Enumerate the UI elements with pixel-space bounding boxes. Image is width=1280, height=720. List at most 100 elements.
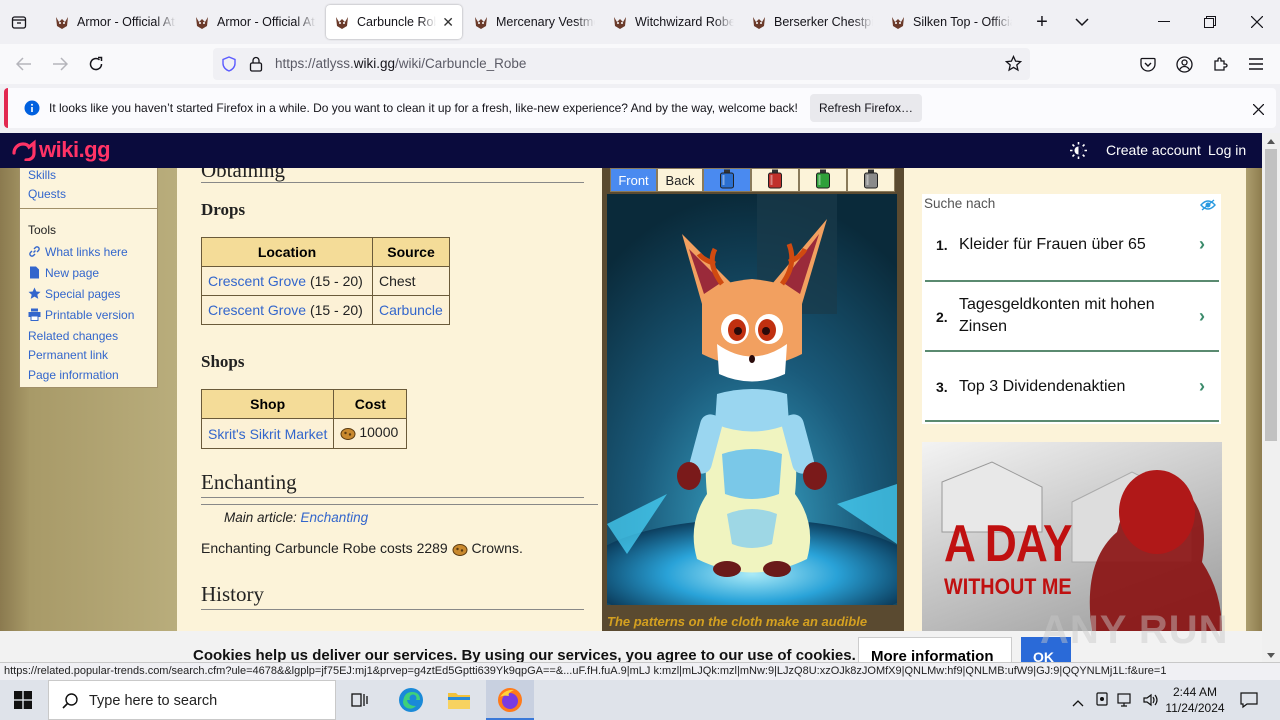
close-notification-icon[interactable] <box>1252 102 1265 120</box>
shop-link[interactable]: Skrit's Sikrit Market <box>208 426 327 442</box>
scroll-up-arrow-icon[interactable] <box>1267 139 1275 144</box>
sidebar-item-quests[interactable]: Quests <box>28 187 66 201</box>
back-arrow-icon[interactable] <box>14 54 34 74</box>
enchanting-link[interactable]: Enchanting <box>301 510 369 525</box>
notifications-icon[interactable] <box>1240 691 1258 714</box>
meet-now-icon[interactable] <box>1095 692 1109 713</box>
edge-browser-icon[interactable] <box>398 687 424 718</box>
color-swatch-green[interactable] <box>799 168 847 192</box>
table-header-row: Shop Cost <box>200 389 408 419</box>
color-swatch-blue[interactable] <box>703 168 751 192</box>
tracking-protection-shield-icon[interactable] <box>221 56 237 77</box>
location-link[interactable]: Crescent Grove <box>208 273 306 289</box>
enchant-text-after: Crowns. <box>471 540 523 556</box>
table-header-row: Location Source <box>201 237 450 267</box>
task-view-icon[interactable] <box>351 691 369 714</box>
ad-banner-image[interactable]: A DAY WITHOUT ME <box>922 442 1222 631</box>
file-explorer-icon[interactable] <box>447 689 471 716</box>
tab-label: Mercenary Vestment - Official Atlyss Wik… <box>496 15 595 29</box>
volume-icon[interactable] <box>1142 692 1158 713</box>
tools-heading: Tools <box>28 223 57 237</box>
notification-bar: It looks like you haven’t started Firefo… <box>4 88 1276 128</box>
chevron-right-icon: › <box>1199 306 1205 326</box>
level-range: (15 - 20) <box>309 273 363 289</box>
sidebar-item-skills[interactable]: Skills <box>28 168 56 182</box>
sidebar-item-related-changes[interactable]: Related changes <box>28 329 118 343</box>
sidebar-item-special-pages[interactable]: Special pages <box>28 287 120 301</box>
navigation-toolbar: https://atlyss.wiki.gg/wiki/Carbuncle_Ro… <box>0 44 1280 84</box>
color-swatch-gray[interactable] <box>847 168 895 192</box>
wiki-gg-logo[interactable]: wiki.gg <box>11 137 111 163</box>
cost-cell: 10000 <box>333 418 408 449</box>
scrollbar-thumb[interactable] <box>1265 149 1277 441</box>
sidebar-item-permanent-link[interactable]: Permanent link <box>28 348 108 362</box>
close-tab-icon[interactable]: ✕ <box>442 14 454 31</box>
sidebar-divider <box>20 208 157 209</box>
browser-tab[interactable]: Berserker Chestpiece - Official Atlyss W… <box>743 5 881 39</box>
atlyss-favicon-icon <box>892 17 904 29</box>
tab-label: Armor - Official Atlyss Wiki <box>217 15 316 29</box>
enchant-cost-text: Enchanting Carbuncle Robe costs 2289 Cro… <box>201 540 523 559</box>
lock-icon[interactable] <box>249 56 263 77</box>
minimize-button[interactable] <box>1152 12 1176 32</box>
close-window-button[interactable] <box>1245 12 1269 32</box>
new-tab-button[interactable]: + <box>1032 11 1052 33</box>
account-icon[interactable] <box>1174 54 1194 74</box>
sidebar-item-new-page[interactable]: New page <box>28 266 99 280</box>
show-hidden-icons-chevron-icon[interactable] <box>1072 694 1084 712</box>
firefox-taskbar-button[interactable] <box>486 680 534 720</box>
sidebar-item-page-information[interactable]: Page information <box>28 368 119 382</box>
tab-overflow-chevron-icon[interactable] <box>1072 12 1092 32</box>
scroll-down-arrow-icon[interactable] <box>1267 653 1275 658</box>
sidebar-item-what-links-here[interactable]: What links here <box>28 245 128 259</box>
browser-tab[interactable]: Armor - Official Atlyss Wiki <box>46 5 184 39</box>
carbuncle-robe-render-image <box>607 194 897 605</box>
column-header-shop: Shop <box>200 389 335 419</box>
dye-bottle-icon <box>718 169 736 192</box>
sidebar-item-label: Printable version <box>45 308 135 322</box>
pocket-icon[interactable] <box>1138 54 1158 74</box>
enchanting-heading: Enchanting <box>201 470 297 494</box>
ad-item-3[interactable]: 3. Top 3 Dividendenaktien › <box>925 352 1219 422</box>
ad-item-number: 3. <box>936 379 948 395</box>
menu-hamburger-icon[interactable] <box>1246 54 1266 74</box>
create-account-link[interactable]: Create account <box>1106 142 1201 158</box>
extensions-icon[interactable] <box>1210 54 1230 74</box>
ad-item-2[interactable]: 2. Tagesgeldkonten mit hohen Zinsen › <box>925 282 1219 352</box>
browser-tab[interactable]: Silken Top - Official Atlyss Wiki <box>882 5 1020 39</box>
network-icon[interactable] <box>1117 693 1135 712</box>
color-swatch-red[interactable] <box>751 168 799 192</box>
windows-start-icon[interactable] <box>14 691 32 714</box>
forward-arrow-icon[interactable] <box>50 54 70 74</box>
address-bar[interactable]: https://atlyss.wiki.gg/wiki/Carbuncle_Ro… <box>213 48 1030 80</box>
drops-heading: Drops <box>201 200 246 219</box>
taskbar-search-box[interactable]: Type here to search <box>48 680 336 720</box>
url-domain: wiki.gg <box>353 56 396 71</box>
tab-list-icon[interactable] <box>8 12 30 32</box>
browser-tab[interactable]: Carbuncle Robe - Official Atlyss Wiki ✕ <box>326 5 462 39</box>
printer-icon <box>28 308 41 321</box>
browser-tab[interactable]: Mercenary Vestment - Official Atlyss Wik… <box>465 5 603 39</box>
wiki-gg-logo-icon <box>12 139 36 162</box>
more-information-button[interactable]: More information <box>858 637 1012 662</box>
source-cell: Carbuncle <box>372 295 450 325</box>
column-header-location: Location <box>201 237 373 267</box>
restore-button[interactable] <box>1198 12 1222 32</box>
tab-front[interactable]: Front <box>610 168 657 192</box>
cost-value: 10000 <box>359 424 399 440</box>
source-link[interactable]: Carbuncle <box>379 302 443 318</box>
location-link[interactable]: Crescent Grove <box>208 302 306 318</box>
ad-item-1[interactable]: 1. Kleider für Frauen über 65 › <box>925 212 1219 282</box>
page-scrollbar[interactable] <box>1262 133 1280 662</box>
browser-tab[interactable]: Witchwizard Robe - Official Atlyss Wiki <box>604 5 742 39</box>
reload-icon[interactable] <box>86 54 106 74</box>
column-header-cost: Cost <box>333 389 408 419</box>
refresh-firefox-button[interactable]: Refresh Firefox… <box>810 94 922 122</box>
bookmark-star-icon[interactable] <box>1004 54 1023 77</box>
taskbar-clock[interactable]: 2:44 AM 11/24/2024 <box>1163 684 1227 716</box>
login-link[interactable]: Log in <box>1208 142 1246 158</box>
tab-back[interactable]: Back <box>657 168 703 192</box>
sidebar-item-printable-version[interactable]: Printable version <box>28 308 134 322</box>
theme-toggle-icon[interactable] <box>1070 142 1087 164</box>
browser-tab[interactable]: Armor - Official Atlyss Wiki <box>186 5 324 39</box>
